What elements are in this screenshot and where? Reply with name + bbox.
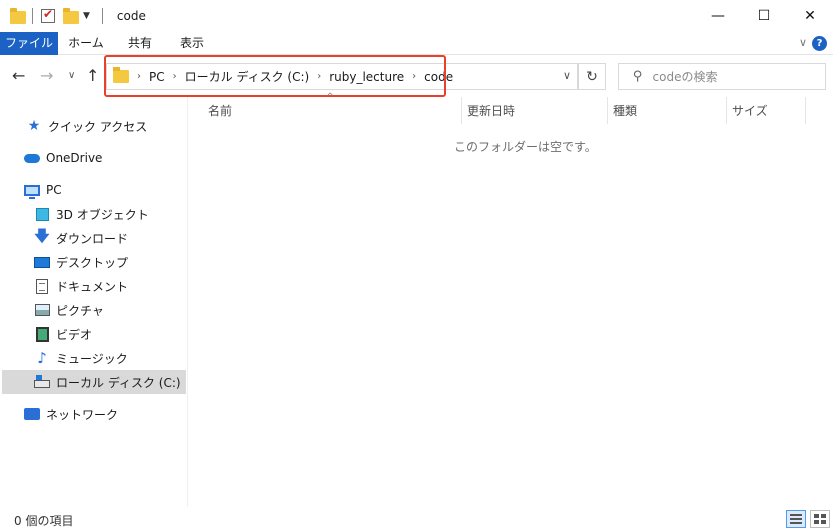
window-controls: — ☐ ✕ bbox=[695, 0, 833, 32]
details-view-icon[interactable] bbox=[786, 510, 806, 528]
sidebar-item-label: クイック アクセス bbox=[48, 119, 148, 134]
sidebar-item-onedrive[interactable]: OneDrive bbox=[0, 146, 186, 170]
help-icon[interactable]: ? bbox=[812, 36, 827, 51]
large-icons-view-icon[interactable] bbox=[810, 510, 830, 528]
ribbon-tabs: ファイル ホーム 共有 表示 ∨ ? bbox=[0, 32, 833, 55]
search-placeholder: codeの検索 bbox=[652, 70, 718, 84]
column-divider[interactable] bbox=[607, 97, 608, 124]
tab-share[interactable]: 共有 bbox=[120, 32, 160, 55]
address-dropdown-icon[interactable]: ∨ bbox=[563, 69, 571, 82]
sidebar-item-label: ダウンロード bbox=[56, 231, 129, 246]
pane-divider[interactable] bbox=[187, 97, 188, 507]
sidebar-item-local-disk[interactable]: ローカル ディスク (C:) bbox=[2, 370, 186, 394]
quick-access-toolbar: ▼ bbox=[0, 0, 111, 32]
network-icon bbox=[24, 406, 40, 422]
toolbar-divider bbox=[101, 8, 103, 24]
music-icon: ♪ bbox=[37, 349, 47, 367]
toolbar-divider bbox=[32, 8, 33, 24]
sidebar-item-music[interactable]: ♪ ミュージック bbox=[0, 346, 186, 370]
sidebar-item-network[interactable]: ネットワーク bbox=[0, 402, 186, 426]
sidebar-item-label: PC bbox=[46, 183, 62, 197]
sidebar-item-videos[interactable]: ビデオ bbox=[0, 322, 186, 346]
sidebar-item-downloads[interactable]: 🡇 ダウンロード bbox=[0, 226, 186, 250]
back-button[interactable]: ← bbox=[12, 66, 25, 85]
expand-ribbon-icon[interactable]: ∨ bbox=[799, 36, 807, 49]
sidebar-item-3d-objects[interactable]: 3D オブジェクト bbox=[0, 202, 186, 226]
sidebar-item-pc[interactable]: PC bbox=[0, 178, 186, 202]
star-icon: ★ bbox=[27, 118, 41, 134]
cube-icon bbox=[34, 206, 50, 222]
column-header-type[interactable]: 種類 bbox=[613, 97, 723, 124]
video-icon bbox=[34, 326, 50, 342]
sidebar-item-desktop[interactable]: デスクトップ bbox=[0, 250, 186, 274]
tab-home[interactable]: ホーム bbox=[66, 32, 106, 55]
picture-icon bbox=[34, 302, 50, 318]
column-header-name[interactable]: 名前 bbox=[208, 97, 460, 124]
desktop-icon bbox=[34, 254, 50, 270]
search-input[interactable]: ⚲ codeの検索 bbox=[618, 63, 826, 90]
minimize-button[interactable]: — bbox=[695, 0, 741, 32]
customize-toolbar-dropdown-icon[interactable]: ▼ bbox=[83, 11, 90, 21]
column-divider[interactable] bbox=[461, 97, 462, 124]
tab-file[interactable]: ファイル bbox=[0, 32, 58, 55]
column-header-size[interactable]: サイズ bbox=[732, 97, 804, 124]
sidebar-item-label: デスクトップ bbox=[56, 255, 129, 270]
sidebar-item-label: ピクチャ bbox=[56, 303, 104, 318]
sidebar-item-pictures[interactable]: ピクチャ bbox=[0, 298, 186, 322]
properties-icon[interactable] bbox=[41, 7, 55, 23]
folder-icon[interactable] bbox=[10, 7, 26, 24]
document-icon bbox=[34, 278, 50, 294]
cloud-icon bbox=[24, 150, 40, 166]
up-button[interactable]: ↑ bbox=[86, 66, 99, 85]
sidebar-item-quick-access[interactable]: ★ クイック アクセス bbox=[0, 114, 186, 138]
forward-button[interactable]: → bbox=[40, 66, 53, 85]
empty-folder-message: このフォルダーは空です。 bbox=[454, 140, 597, 154]
sidebar-item-label: ビデオ bbox=[56, 327, 93, 342]
status-bar: 0 個の項目 bbox=[0, 507, 833, 531]
tab-view[interactable]: 表示 bbox=[172, 32, 212, 55]
download-icon: 🡇 bbox=[34, 226, 50, 245]
item-count: 0 個の項目 bbox=[14, 514, 74, 528]
sidebar-item-label: ローカル ディスク (C:) bbox=[56, 375, 181, 390]
window-title: code bbox=[116, 9, 146, 23]
address-highlight-box bbox=[104, 55, 446, 97]
search-icon: ⚲ bbox=[633, 69, 643, 84]
refresh-button[interactable]: ↻ bbox=[578, 63, 606, 90]
column-divider[interactable] bbox=[805, 97, 806, 124]
sidebar-item-label: ドキュメント bbox=[56, 279, 129, 294]
maximize-button[interactable]: ☐ bbox=[741, 0, 787, 32]
recent-locations-icon[interactable]: ∨ bbox=[68, 70, 75, 81]
sidebar-item-label: ミュージック bbox=[56, 351, 128, 366]
pc-icon bbox=[24, 182, 40, 199]
drive-icon bbox=[34, 374, 50, 390]
close-button[interactable]: ✕ bbox=[787, 0, 833, 32]
title-bar: ▼ code — ☐ ✕ bbox=[0, 0, 833, 32]
sidebar-item-label: ネットワーク bbox=[46, 407, 119, 422]
sidebar-item-label: OneDrive bbox=[46, 151, 103, 165]
sidebar-item-label: 3D オブジェクト bbox=[56, 207, 149, 222]
column-divider[interactable] bbox=[726, 97, 727, 124]
navigation-pane: ★ クイック アクセス OneDrive PC 3D オブジェクト 🡇 ダウンロ… bbox=[0, 97, 188, 501]
column-header-date-modified[interactable]: 更新日時 bbox=[467, 97, 607, 124]
sidebar-item-documents[interactable]: ドキュメント bbox=[0, 274, 186, 298]
new-folder-icon[interactable] bbox=[63, 7, 79, 24]
